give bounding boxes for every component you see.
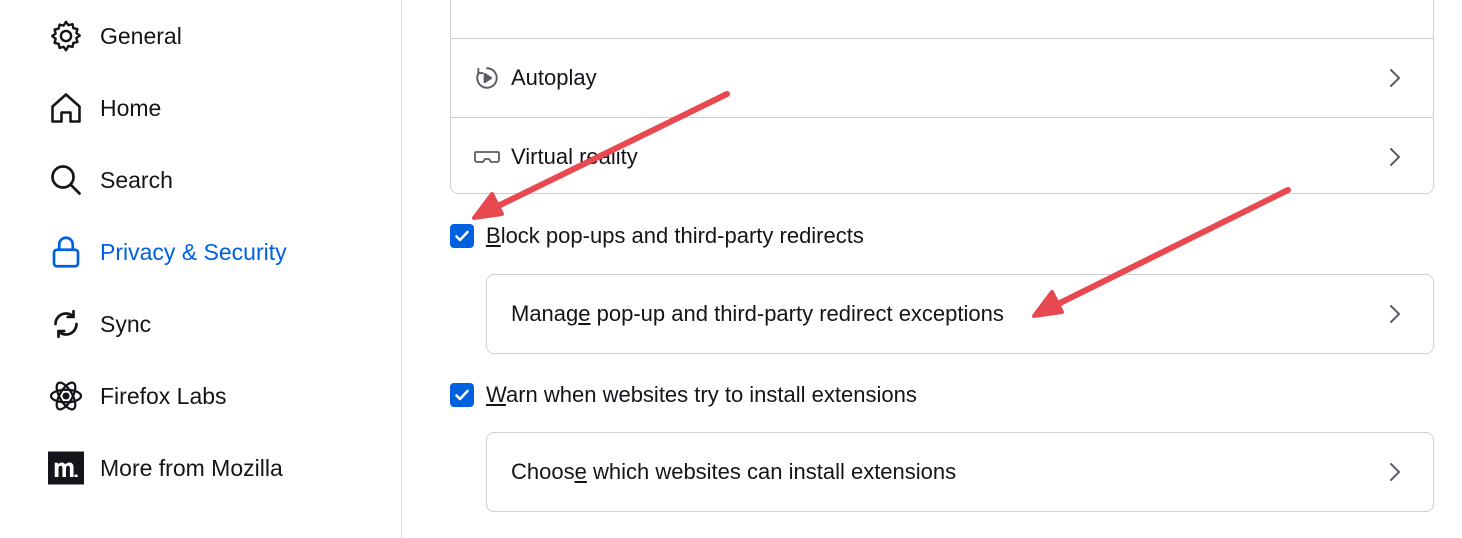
chevron-right-icon bbox=[1383, 66, 1407, 90]
atom-icon bbox=[48, 376, 88, 416]
vr-headset-icon bbox=[473, 143, 501, 171]
autoplay-icon bbox=[473, 64, 501, 92]
chevron-right-icon bbox=[1383, 145, 1407, 169]
sync-icon bbox=[48, 304, 88, 344]
sidebar-item-more-from-mozilla[interactable]: More from Mozilla bbox=[48, 444, 283, 492]
sidebar-item-search[interactable]: Search bbox=[48, 156, 173, 204]
sidebar-item-label: Privacy & Security bbox=[100, 238, 287, 265]
permission-label: Virtual reality bbox=[511, 144, 638, 169]
sidebar-item-label: Search bbox=[100, 166, 173, 193]
mozilla-icon bbox=[48, 448, 88, 488]
sidebar-item-general[interactable]: General bbox=[48, 12, 182, 60]
access-key: e bbox=[574, 459, 587, 484]
permissions-list: Autoplay Virtual reality bbox=[450, 0, 1434, 194]
sidebar-item-label: Sync bbox=[100, 310, 152, 337]
warn-extensions-label: Warn when websites try to install extens… bbox=[486, 382, 917, 408]
chevron-right-icon bbox=[1383, 460, 1407, 484]
manage-extension-exceptions-button[interactable]: Choose which websites can install extens… bbox=[486, 432, 1434, 512]
label-text: Choos bbox=[511, 459, 575, 484]
button-label: Manage pop-up and third-party redirect e… bbox=[511, 301, 1383, 327]
access-key: e bbox=[578, 301, 591, 326]
manage-popup-exceptions-button[interactable]: Manage pop-up and third-party redirect e… bbox=[486, 274, 1434, 354]
access-key: W bbox=[486, 382, 506, 407]
warn-extensions-checkbox-row[interactable]: Warn when websites try to install extens… bbox=[450, 382, 917, 408]
sidebar-item-privacy-security[interactable]: Privacy & Security bbox=[48, 228, 287, 276]
settings-page: General Home Search Privacy & Security S… bbox=[0, 0, 1462, 538]
sidebar-item-firefox-labs[interactable]: Firefox Labs bbox=[48, 372, 227, 420]
checkmark-icon bbox=[455, 389, 469, 401]
settings-sidebar: General Home Search Privacy & Security S… bbox=[0, 0, 402, 538]
label-text: pop-up and third-party redirect exceptio… bbox=[590, 301, 1004, 326]
button-label: Choose which websites can install extens… bbox=[511, 459, 1383, 485]
checkmark-icon bbox=[455, 230, 469, 242]
permission-row-autoplay[interactable]: Autoplay bbox=[451, 38, 1433, 117]
permission-label: Autoplay bbox=[511, 65, 597, 90]
block-popups-checkbox[interactable] bbox=[450, 224, 474, 248]
label-text: lock pop-ups and third-party redirects bbox=[500, 223, 864, 248]
chevron-right-icon bbox=[1383, 302, 1407, 326]
block-popups-checkbox-row[interactable]: Block pop-ups and third-party redirects bbox=[450, 223, 864, 249]
search-icon bbox=[48, 160, 88, 200]
access-key: B bbox=[486, 223, 501, 248]
sidebar-item-sync[interactable]: Sync bbox=[48, 300, 151, 348]
label-text: Manag bbox=[511, 301, 579, 326]
label-text: which websites can install extensions bbox=[586, 459, 957, 484]
sidebar-item-label: General bbox=[100, 22, 182, 49]
label-text: arn when websites try to install extensi… bbox=[505, 382, 917, 407]
gear-icon bbox=[48, 16, 88, 56]
home-icon bbox=[48, 88, 88, 128]
sidebar-item-home[interactable]: Home bbox=[48, 84, 161, 132]
sidebar-item-label: Firefox Labs bbox=[100, 382, 227, 409]
block-popups-label: Block pop-ups and third-party redirects bbox=[486, 223, 864, 249]
permission-row-virtual-reality[interactable]: Virtual reality bbox=[451, 117, 1433, 196]
sidebar-item-label: Home bbox=[100, 94, 162, 121]
sidebar-item-label: More from Mozilla bbox=[100, 454, 283, 481]
warn-extensions-checkbox[interactable] bbox=[450, 383, 474, 407]
lock-icon bbox=[48, 232, 88, 272]
settings-main: Autoplay Virtual reality Block pop-ups a… bbox=[402, 0, 1462, 538]
